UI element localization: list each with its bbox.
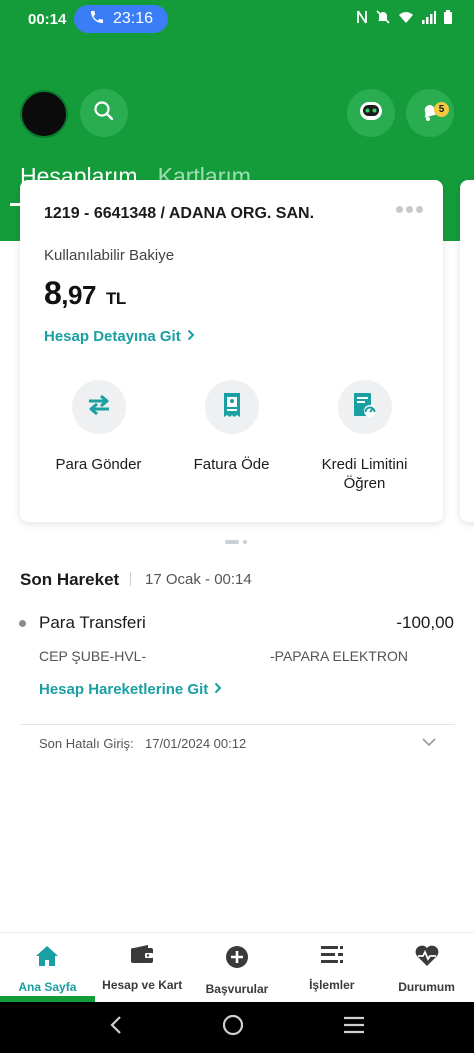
more-options-button[interactable] [396, 206, 423, 213]
nav-home[interactable]: Ana Sayfa [0, 933, 95, 1002]
nav-transactions[interactable]: İşlemler [284, 933, 379, 1002]
signal-icon [422, 10, 436, 24]
home-circle-icon[interactable] [222, 1014, 244, 1041]
call-duration: 23:16 [112, 10, 154, 27]
quick-actions: Para Gönder Fatura Öde Kredi Limitini Öğ… [20, 380, 443, 493]
nav-status-label: Durumum [398, 980, 455, 994]
transactions-link[interactable]: Hesap Hareketlerine Git [39, 681, 222, 698]
transactions-link-label: Hesap Hareketlerine Git [39, 681, 209, 698]
credit-limit-icon [352, 392, 378, 423]
balance-decimal: ,97 [61, 280, 96, 310]
pay-bill-label: Fatura Öde [193, 456, 270, 473]
last-transaction-title: Son Hareket [20, 570, 120, 589]
plus-circle-icon [225, 945, 249, 974]
bill-icon [220, 392, 244, 423]
balance-currency: TL [105, 289, 126, 308]
chatbot-button[interactable] [347, 89, 395, 137]
phone-icon [89, 9, 105, 30]
notifications-button[interactable]: 5 [406, 89, 454, 137]
pay-bill-button[interactable]: Fatura Öde [172, 380, 292, 493]
nav-applications-label: Başvurular [205, 982, 269, 996]
account-card[interactable]: 1219 - 6641348 / ADANA ORG. SAN. Kullanı… [20, 180, 443, 522]
nav-status[interactable]: Durumum [379, 933, 474, 1002]
balance-label: Kullanılabilir Bakiye [44, 247, 175, 264]
pager-active-dot [225, 540, 239, 544]
account-title: 1219 - 6641348 / ADANA ORG. SAN. [44, 205, 315, 222]
nav-transactions-label: İşlemler [309, 978, 355, 992]
back-icon[interactable] [109, 1015, 123, 1040]
avatar[interactable] [20, 90, 68, 138]
transaction-description-left: CEP ŞUBE-HVL- [39, 648, 147, 664]
account-detail-link[interactable]: Hesap Detayına Git [44, 328, 195, 345]
wifi-icon [398, 11, 414, 24]
section-divider [20, 724, 455, 725]
chevron-right-icon [214, 681, 222, 698]
status-bar: 00:14 23:16 [0, 0, 474, 38]
robot-icon [358, 99, 384, 128]
status-icons [356, 10, 452, 24]
nav-applications[interactable]: Başvurular [190, 933, 285, 1002]
pager-dot [243, 540, 247, 544]
transaction-bullet [19, 620, 26, 627]
more-dot-icon [406, 206, 413, 213]
action-icon-circle [337, 380, 392, 434]
chevron-right-icon [187, 328, 195, 345]
chevron-down-icon[interactable] [421, 734, 437, 752]
wallet-icon [130, 945, 154, 970]
transaction-amount: -100,00 [396, 613, 454, 632]
notification-badge: 5 [434, 102, 449, 117]
transaction-description-right: -PAPARA ELEKTRON [270, 648, 408, 664]
ongoing-call-pill[interactable]: 23:16 [74, 5, 168, 33]
system-navigation-bar [0, 1002, 474, 1053]
nav-account-card-label: Hesap ve Kart [102, 978, 183, 992]
nav-account-card[interactable]: Hesap ve Kart [95, 933, 190, 1002]
app-screen: 00:14 23:16 5 Hesaplarım Kartlarım 1219 … [0, 0, 474, 1053]
transaction-name[interactable]: Para Transferi [39, 613, 146, 633]
card-pager [225, 540, 247, 544]
last-failed-login-label: Son Hatalı Giriş: [39, 736, 134, 751]
credit-limit-label: Kredi Limitini Öğren [321, 456, 408, 492]
search-icon [93, 100, 115, 127]
search-button[interactable] [80, 89, 128, 137]
action-icon-circle [71, 380, 126, 434]
credit-limit-button[interactable]: Kredi Limitini Öğren [305, 380, 425, 493]
recents-icon[interactable] [343, 1016, 365, 1039]
more-dot-icon [416, 206, 423, 213]
balance-integer: 8 [44, 275, 62, 311]
last-failed-login-value: 17/01/2024 00:12 [145, 736, 247, 751]
next-account-card-peek[interactable] [460, 180, 474, 522]
list-icon [320, 945, 344, 970]
battery-icon [444, 10, 452, 24]
send-money-button[interactable]: Para Gönder [39, 380, 159, 493]
mute-bell-icon [376, 10, 390, 24]
transfer-arrows-icon [85, 393, 113, 422]
action-icon-circle [204, 380, 259, 434]
nav-home-label: Ana Sayfa [18, 980, 77, 994]
status-time: 00:14 [28, 11, 67, 28]
heart-pulse-icon [414, 945, 440, 972]
account-detail-link-label: Hesap Detayına Git [44, 328, 181, 345]
title-separator [130, 572, 131, 586]
send-money-label: Para Gönder [55, 456, 142, 473]
more-dot-icon [396, 206, 403, 213]
last-transaction-date: 17 Ocak - 00:14 [145, 571, 252, 588]
balance-value: 8,97 TL [44, 275, 126, 312]
nfc-icon [356, 10, 368, 24]
home-icon [35, 945, 59, 972]
bottom-navigation: Ana Sayfa Hesap ve Kart Başvurular İşlem… [0, 932, 474, 1002]
